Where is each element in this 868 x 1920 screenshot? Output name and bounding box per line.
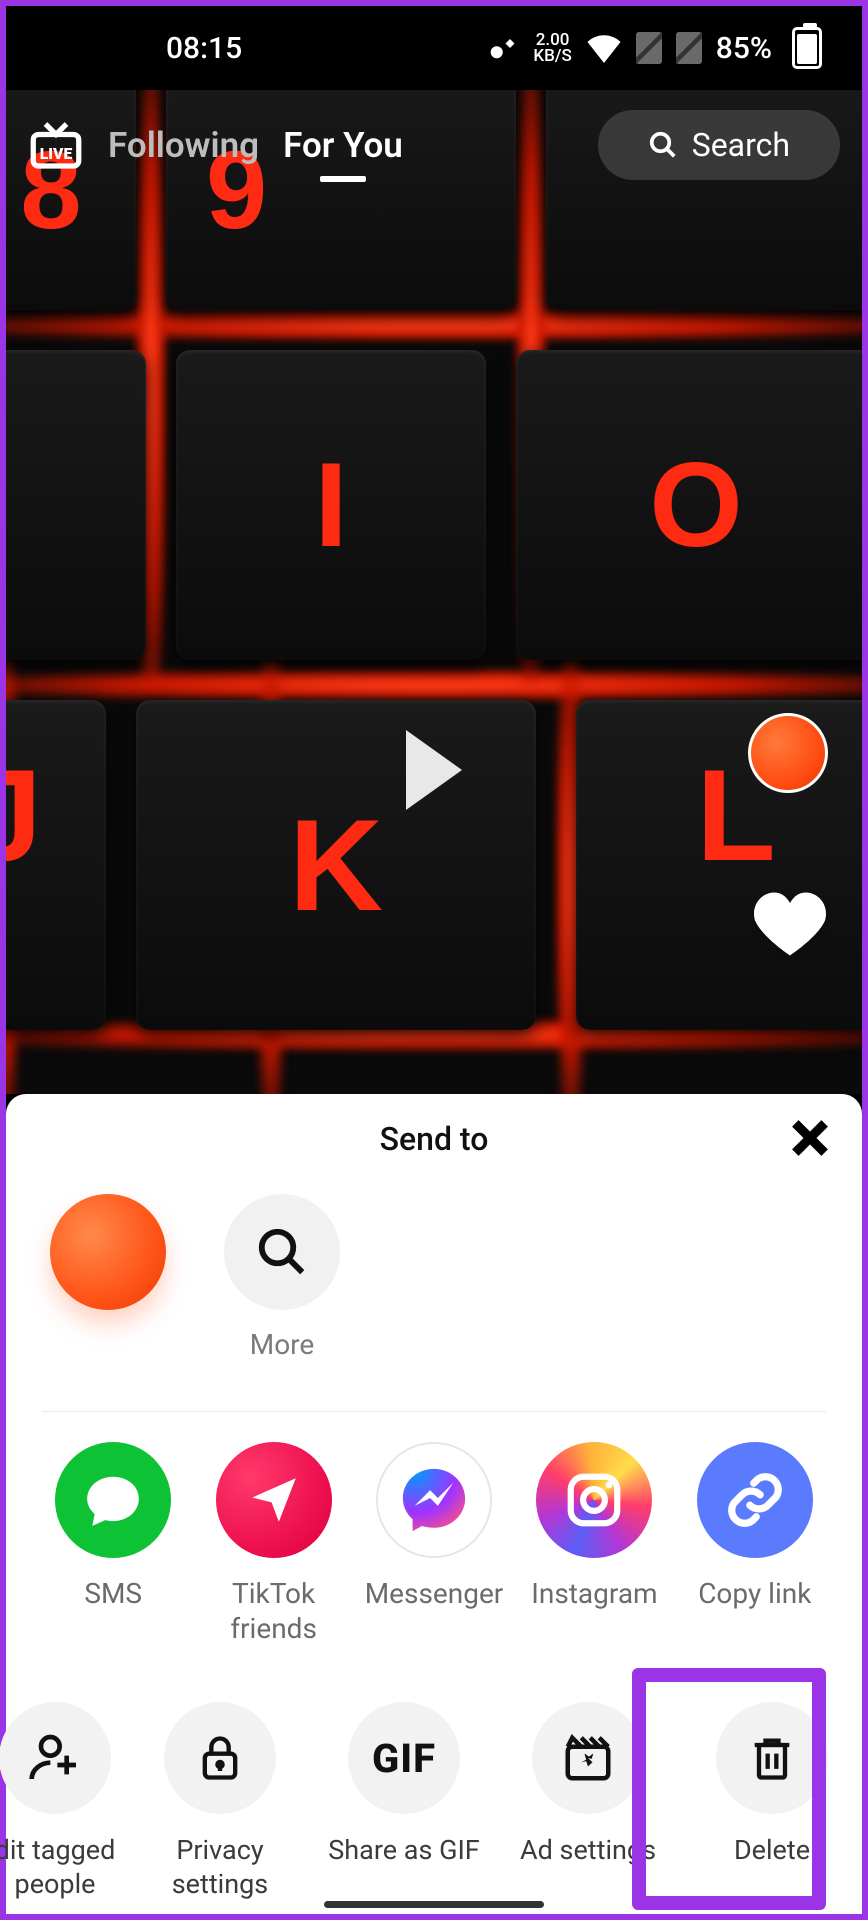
copylink-label: Copy link	[698, 1576, 811, 1611]
messenger-label: Messenger	[365, 1576, 504, 1611]
video-background: 8 9 I O J K L	[6, 90, 862, 1094]
action-share-gif[interactable]: GIF Share as GIF	[320, 1702, 488, 1902]
like-button[interactable]	[748, 882, 832, 966]
top-nav: LIVE Following For You Search	[6, 100, 862, 190]
battery-icon	[786, 27, 822, 69]
share-instagram[interactable]: Instagram	[523, 1442, 665, 1646]
sms-label: SMS	[84, 1576, 142, 1611]
sim-icon-2	[676, 32, 702, 64]
tagged-label: dit tagged people	[0, 1834, 120, 1902]
action-ad-settings[interactable]: Ad settings	[504, 1702, 672, 1902]
search-label: Search	[692, 126, 790, 164]
lock-icon	[164, 1702, 276, 1814]
svg-text:LIVE: LIVE	[40, 144, 73, 163]
live-icon[interactable]: LIVE	[28, 117, 84, 173]
tab-following[interactable]: Following	[108, 125, 259, 166]
share-app-row: SMS TikTok friends Messenger Instagram C…	[6, 1442, 862, 1656]
share-messenger[interactable]: Messenger	[363, 1442, 505, 1646]
video-feed[interactable]: 8 9 I O J K L LIVE Following For You Sea…	[6, 90, 862, 1094]
battery-percent: 85%	[716, 31, 772, 66]
search-icon	[255, 1225, 309, 1279]
friends-icon	[216, 1442, 332, 1558]
person-plus-icon	[0, 1702, 111, 1814]
link-icon	[697, 1442, 813, 1558]
sheet-title: Send to	[380, 1120, 489, 1158]
privacy-label: Privacy settings	[136, 1834, 304, 1902]
status-bar: 08:15 2.00 KB/S 85%	[6, 6, 862, 90]
play-icon[interactable]	[406, 730, 462, 810]
more-circle	[224, 1194, 340, 1310]
instagram-label: Instagram	[531, 1576, 657, 1611]
messenger-icon	[376, 1442, 492, 1558]
more-label: More	[250, 1328, 315, 1361]
share-copy-link[interactable]: Copy link	[684, 1442, 826, 1646]
sheet-header: Send to	[6, 1094, 862, 1184]
wifi-icon	[586, 33, 622, 63]
gif-text: GIF	[372, 1735, 436, 1782]
action-edit-tagged[interactable]: dit tagged people	[0, 1702, 120, 1902]
close-button[interactable]	[788, 1116, 832, 1168]
send-to-row: More	[6, 1184, 862, 1391]
net-speed-unit: KB/S	[533, 48, 571, 64]
status-right: 2.00 KB/S 85%	[483, 27, 822, 69]
sms-icon	[55, 1442, 171, 1558]
share-tiktok-friends[interactable]: TikTok friends	[202, 1442, 344, 1646]
tab-for-you[interactable]: For You	[283, 125, 403, 166]
friends-label: TikTok friends	[202, 1576, 344, 1646]
action-delete[interactable]: Delete	[688, 1702, 856, 1902]
clapperboard-icon	[532, 1702, 644, 1814]
key-icon	[483, 30, 519, 66]
search-icon	[648, 130, 678, 160]
send-contact[interactable]	[48, 1194, 168, 1361]
action-row: dit tagged people Privacy settings GIF S…	[6, 1656, 862, 1902]
divider	[42, 1411, 826, 1412]
sim-icon-1	[636, 32, 662, 64]
trash-icon	[716, 1702, 828, 1814]
share-sms[interactable]: SMS	[42, 1442, 184, 1646]
delete-label: Delete	[734, 1834, 810, 1868]
gif-label: Share as GIF	[328, 1834, 479, 1868]
home-indicator[interactable]	[324, 1901, 544, 1908]
ads-label: Ad settings	[520, 1834, 656, 1868]
search-button[interactable]: Search	[598, 110, 840, 180]
author-avatar[interactable]	[748, 713, 828, 793]
share-sheet: Send to More SMS TikTok friends	[6, 1094, 862, 1914]
instagram-icon	[536, 1442, 652, 1558]
network-speed: 2.00 KB/S	[533, 32, 571, 64]
action-privacy[interactable]: Privacy settings	[136, 1702, 304, 1902]
send-more[interactable]: More	[222, 1194, 342, 1361]
gif-icon: GIF	[348, 1702, 460, 1814]
contact-avatar	[50, 1194, 166, 1310]
status-time: 08:15	[46, 31, 242, 66]
